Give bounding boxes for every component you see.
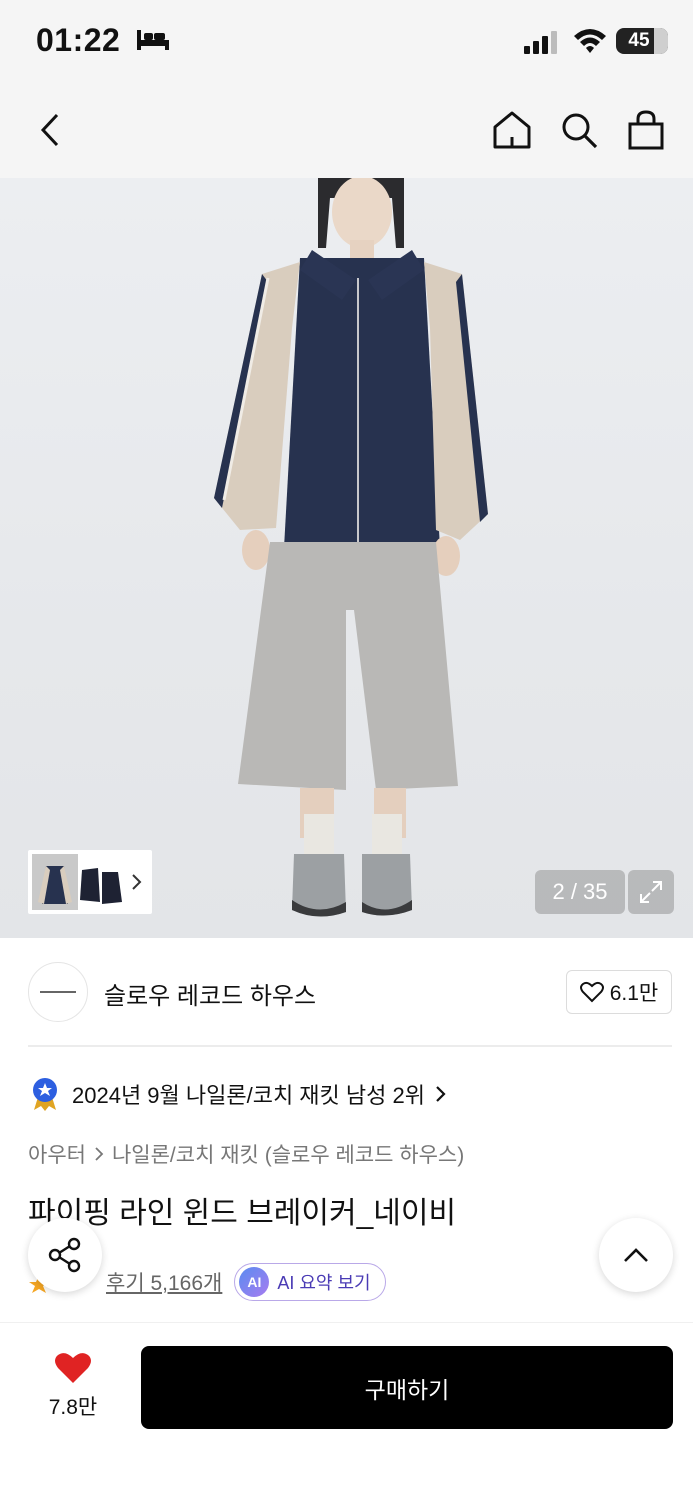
search-button[interactable]	[555, 106, 603, 154]
chevron-up-icon	[624, 1248, 648, 1262]
fullscreen-button[interactable]	[628, 870, 674, 914]
brand-like-count: 6.1만	[609, 982, 659, 1005]
chevron-right-icon	[132, 874, 142, 890]
review-link[interactable]: 후기 5,166개	[106, 1267, 222, 1297]
product-photo	[214, 178, 488, 917]
home-icon	[493, 111, 531, 149]
share-icon	[48, 1237, 81, 1273]
breadcrumb: 아우터 나일론/코치 재킷 (슬로우 레코드 하우스)	[28, 1139, 464, 1169]
divider	[28, 1045, 672, 1047]
battery-level: 45	[628, 30, 650, 51]
ai-summary-label: AI 요약 보기	[277, 1273, 371, 1293]
buy-button[interactable]: 구매하기	[141, 1346, 673, 1429]
sleep-mode-icon	[137, 30, 169, 50]
heart-filled-icon	[55, 1353, 91, 1383]
search-icon	[562, 113, 598, 149]
bottom-action-bar: 7.8만 구매하기	[0, 1322, 693, 1500]
breadcrumb-category[interactable]: 아우터	[28, 1139, 86, 1169]
ai-summary-button[interactable]: AI AI 요약 보기	[234, 1263, 386, 1301]
status-time: 01:22	[36, 22, 121, 58]
product-image-gallery[interactable]: 2 / 35	[0, 178, 693, 938]
ai-badge: AI	[239, 1267, 270, 1297]
cart-button[interactable]	[622, 106, 670, 154]
brand-row[interactable]: 슬로우 레코드 하우스 6.1만	[0, 952, 693, 1034]
heart-outline-icon	[579, 981, 604, 1003]
share-button[interactable]	[28, 1218, 102, 1292]
scroll-top-button[interactable]	[599, 1218, 673, 1292]
home-button[interactable]	[488, 106, 536, 154]
battery-indicator: 45	[616, 28, 668, 54]
ranking-text: 2024년 9월 나일론/코치 재킷 남성 2위	[72, 1083, 425, 1108]
wishlist-count: 7.8만	[48, 1396, 98, 1419]
nav-bar	[0, 84, 693, 178]
ranking-link[interactable]: 2024년 9월 나일론/코치 재킷 남성 2위	[30, 1074, 447, 1114]
back-button[interactable]	[26, 106, 74, 154]
shopping-bag-icon	[628, 110, 664, 150]
chevron-right-icon	[436, 1086, 446, 1102]
brand-like-button[interactable]: 6.1만	[566, 970, 672, 1014]
breadcrumb-subcategory[interactable]: 나일론/코치 재킷 (슬로우 레코드 하우스)	[112, 1139, 464, 1169]
brand-logo[interactable]	[28, 962, 88, 1022]
wishlist-button[interactable]: 7.8만	[36, 1351, 110, 1421]
image-counter: 2 / 35	[535, 870, 625, 914]
brand-name[interactable]: 슬로우 레코드 하우스	[104, 976, 316, 1011]
ranking-badge-icon	[33, 1078, 57, 1111]
product-title: 파이핑 라인 윈드 브레이커_네이비	[28, 1197, 457, 1230]
thumbnail-strip[interactable]	[28, 850, 152, 914]
chevron-right-icon	[95, 1147, 104, 1161]
expand-icon	[640, 881, 662, 903]
signal-icon	[524, 31, 557, 54]
wifi-icon	[574, 29, 606, 53]
chevron-left-icon	[40, 113, 59, 147]
status-bar: 01:22 45	[0, 0, 693, 84]
thumbnail-active[interactable]	[32, 854, 78, 910]
thumbnail[interactable]	[78, 854, 124, 910]
